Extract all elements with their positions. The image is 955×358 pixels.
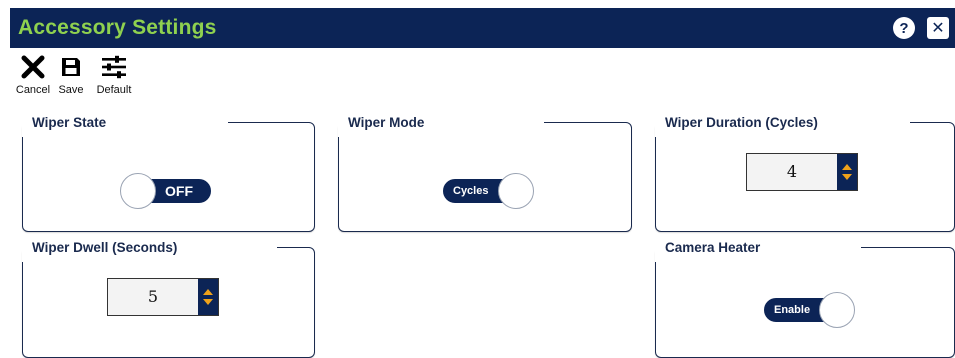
- decrement-arrow-icon[interactable]: [842, 174, 852, 180]
- toggle-knob: [819, 292, 855, 328]
- toggle-text: OFF: [165, 183, 193, 199]
- wiper-state-panel: Wiper State OFF: [22, 109, 315, 232]
- wiper-dwell-title: Wiper Dwell (Seconds): [22, 234, 277, 262]
- increment-arrow-icon[interactable]: [842, 164, 852, 170]
- wiper-dwell-panel: Wiper Dwell (Seconds) 5: [22, 234, 315, 358]
- toggle-knob: [498, 173, 534, 209]
- wiper-mode-panel: Wiper Mode Cycles: [338, 109, 632, 232]
- save-disk-icon: [62, 58, 80, 76]
- camera-heater-title: Camera Heater: [655, 234, 861, 262]
- spinner-value[interactable]: 5: [108, 279, 198, 315]
- title-bar: Accessory Settings ? ✕: [10, 8, 955, 48]
- save-label: Save: [58, 84, 84, 96]
- help-icon[interactable]: ?: [893, 17, 915, 39]
- sliders-icon: [102, 55, 126, 79]
- save-button[interactable]: Save: [56, 52, 86, 98]
- title-actions: ? ✕: [893, 17, 955, 39]
- increment-arrow-icon[interactable]: [203, 289, 213, 295]
- wiper-duration-panel: Wiper Duration (Cycles) 4: [655, 109, 955, 232]
- wiper-duration-title: Wiper Duration (Cycles): [655, 109, 910, 137]
- close-x-icon: [21, 55, 45, 79]
- cancel-button[interactable]: Cancel: [10, 52, 56, 98]
- spinner-arrows: [198, 279, 218, 315]
- close-icon[interactable]: ✕: [927, 17, 949, 39]
- toolbar: Cancel Save Default: [10, 52, 140, 98]
- camera-heater-toggle[interactable]: Enable: [764, 292, 855, 328]
- spinner-value[interactable]: 4: [747, 154, 837, 190]
- wiper-state-title: Wiper State: [22, 109, 228, 137]
- decrement-arrow-icon[interactable]: [203, 299, 213, 305]
- toggle-text: Cycles: [453, 185, 489, 197]
- spinner-arrows: [837, 154, 857, 190]
- wiper-mode-toggle[interactable]: Cycles: [443, 173, 534, 209]
- wiper-duration-spinner[interactable]: 4: [746, 153, 858, 191]
- default-button[interactable]: Default: [88, 52, 140, 98]
- wiper-mode-title: Wiper Mode: [338, 109, 544, 137]
- cancel-label: Cancel: [15, 84, 51, 96]
- toggle-knob: [120, 173, 156, 209]
- toggle-text: Enable: [774, 304, 811, 316]
- wiper-state-toggle[interactable]: OFF: [120, 173, 211, 209]
- wiper-dwell-spinner[interactable]: 5: [107, 278, 219, 316]
- camera-heater-panel: Camera Heater Enable: [655, 234, 955, 358]
- default-label: Default: [96, 84, 132, 96]
- window-title: Accessory Settings: [18, 16, 217, 39]
